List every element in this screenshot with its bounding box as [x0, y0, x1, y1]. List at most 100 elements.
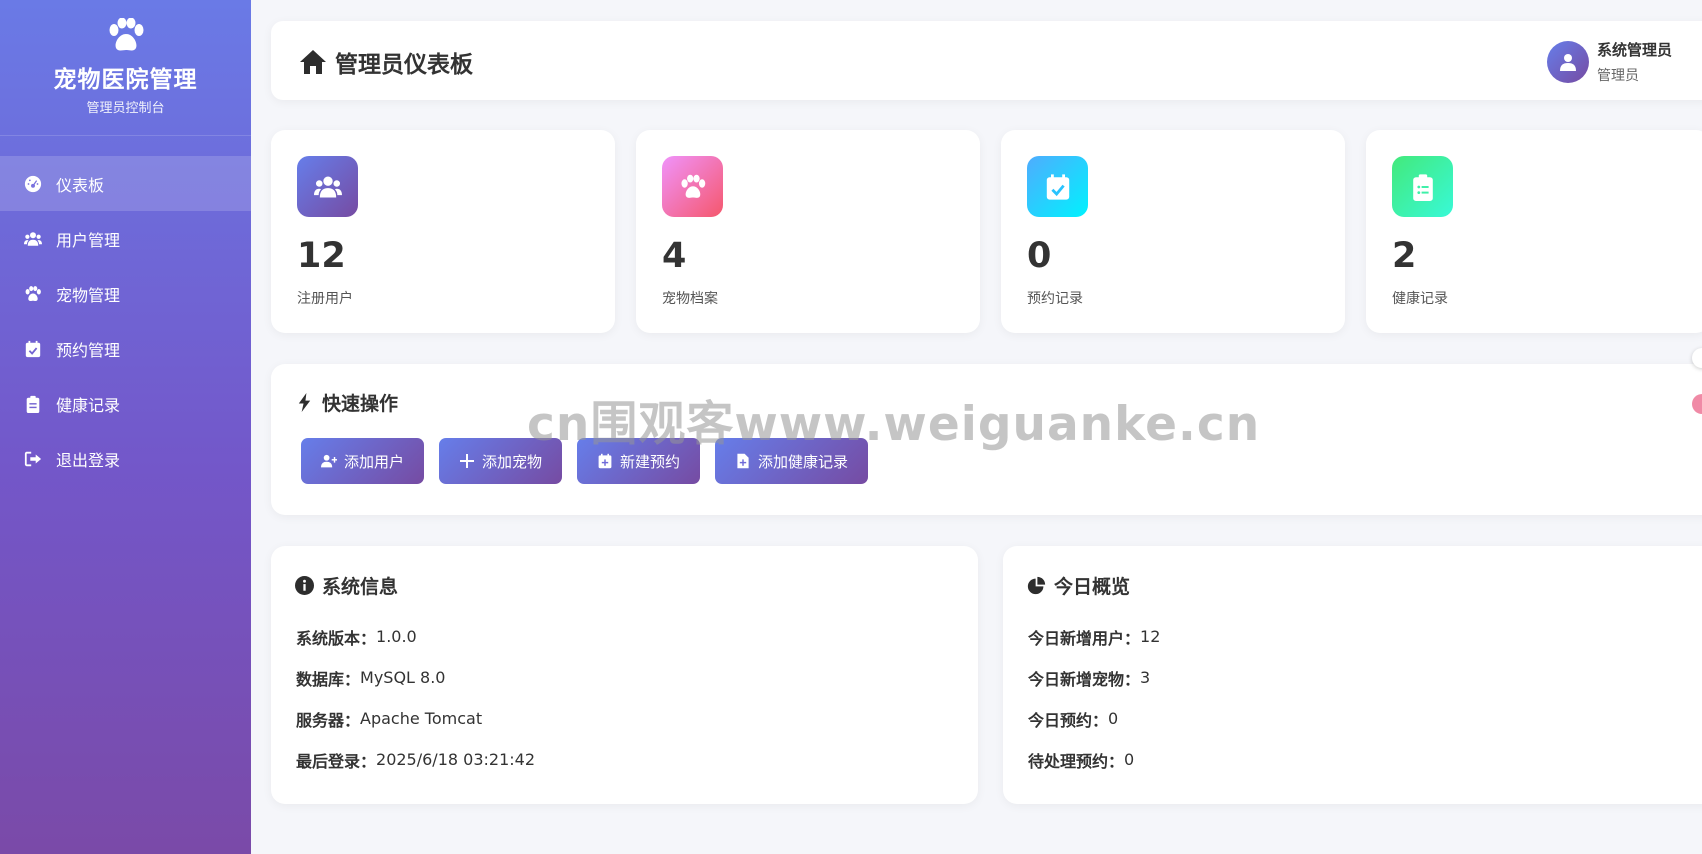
add-pet-button-label: 添加宠物 [482, 452, 543, 471]
info-value: 1.0.0 [376, 627, 417, 646]
sidebar-item-label: 仪表板 [56, 175, 105, 195]
calendar-check-icon [25, 340, 41, 357]
info-key: 数据库： [296, 669, 361, 689]
info-value: 2025/6/18 03:21:42 [376, 750, 535, 769]
info-key: 今日预约： [1028, 710, 1109, 730]
new-appointment-button-label: 新建预约 [620, 452, 681, 471]
info-value: Apache Tomcat [360, 709, 483, 728]
page-title: 管理员仪表板 [299, 45, 473, 79]
user-plus-icon [321, 454, 337, 468]
stat-value: 12 [297, 236, 346, 276]
stat-label: 宠物档案 [662, 291, 718, 307]
add-pet-button[interactable]: 添加宠物 [439, 438, 563, 484]
system-info-list: 系统版本： 1.0.0 数据库： MySQL 8.0 服务器： Apache Tomc… [296, 616, 535, 780]
quick-actions-buttons: 添加用户 添加宠物 新建预约 添加健康记录 [301, 438, 883, 484]
stat-card-users: 12 注册用户 [271, 130, 615, 333]
overview-row-pending: 待处理预约： 0 [1028, 739, 1160, 780]
add-user-button-label: 添加用户 [344, 452, 405, 471]
top-header: 管理员仪表板 系统管理员 管理员 [271, 21, 1702, 100]
stat-card-pets: 4 宠物档案 [636, 130, 980, 333]
add-health-record-button-label: 添加健康记录 [758, 452, 849, 471]
user-profile[interactable]: 系统管理员 管理员 [1547, 39, 1672, 85]
sidebar-item-label: 宠物管理 [56, 285, 121, 305]
sidebar-item-label: 预约管理 [56, 340, 121, 360]
info-row-version: 系统版本： 1.0.0 [296, 616, 535, 657]
quick-actions-title: 快速操作 [295, 389, 398, 416]
stat-icon-box [662, 156, 723, 217]
paw-logo-icon [109, 18, 143, 51]
system-info-title: 系统信息 [295, 572, 398, 599]
info-circle-icon [295, 576, 314, 595]
overview-row-new-users: 今日新增用户： 12 [1028, 616, 1160, 657]
brand-subtitle: 管理员控制台 [86, 101, 165, 116]
info-value: 3 [1140, 668, 1151, 687]
calendar-plus-icon [598, 453, 612, 469]
info-row-database: 数据库： MySQL 8.0 [296, 657, 535, 698]
sidebar-item-label: 用户管理 [56, 230, 121, 250]
stat-value: 4 [662, 236, 687, 276]
add-health-record-button[interactable]: 添加健康记录 [715, 438, 869, 484]
page-title-text: 管理员仪表板 [335, 52, 473, 78]
paw-icon [25, 285, 41, 301]
overview-row-appointments: 今日预约： 0 [1028, 698, 1160, 739]
sidebar-item-appointments[interactable]: 预约管理 [0, 321, 251, 376]
stat-icon-box [1027, 156, 1088, 217]
quick-actions-card: 快速操作 添加用户 添加宠物 新建预约 添加健康记录 [271, 364, 1702, 515]
info-key: 待处理预约： [1028, 751, 1125, 771]
home-icon [300, 50, 326, 74]
info-key: 今日新增用户： [1028, 628, 1141, 648]
sidebar: 宠物医院管理 管理员控制台 仪表板 用户管理 宠物管理 预约管理 健康记录 退出… [0, 0, 251, 854]
dashboard-icon [24, 175, 42, 192]
today-overview-card: 今日概览 今日新增用户： 12 今日新增宠物： 3 今日预约： 0 待处理预约： 0 [1003, 546, 1702, 804]
today-overview-title-text: 今日概览 [1054, 576, 1131, 598]
system-info-card: 系统信息 系统版本： 1.0.0 数据库： MySQL 8.0 服务器： Apache… [271, 546, 978, 804]
info-key: 服务器： [296, 710, 361, 730]
today-overview-list: 今日新增用户： 12 今日新增宠物： 3 今日预约： 0 待处理预约： 0 [1028, 616, 1160, 780]
stat-value: 2 [1392, 236, 1417, 276]
sidebar-item-label: 健康记录 [56, 395, 121, 415]
info-value: 12 [1140, 627, 1161, 646]
stat-label: 注册用户 [297, 291, 353, 307]
users-icon [24, 231, 42, 246]
sidebar-item-logout[interactable]: 退出登录 [0, 431, 251, 486]
file-medical-icon [737, 453, 749, 469]
clipboard-list-icon [1412, 173, 1433, 201]
add-user-button[interactable]: 添加用户 [301, 438, 425, 484]
stat-card-appointments: 0 预约记录 [1001, 130, 1345, 333]
stat-value: 0 [1027, 236, 1052, 276]
logout-icon [24, 451, 42, 466]
info-key: 今日新增宠物： [1028, 669, 1141, 689]
sidebar-item-dashboard[interactable]: 仪表板 [0, 156, 251, 211]
sidebar-item-health-records[interactable]: 健康记录 [0, 376, 251, 431]
users-icon [313, 176, 342, 197]
calendar-check-icon [1046, 173, 1069, 200]
stat-card-health-records: 2 健康记录 [1366, 130, 1702, 333]
user-icon [1560, 54, 1576, 71]
pie-chart-icon [1027, 576, 1046, 595]
quick-actions-title-text: 快速操作 [322, 393, 399, 415]
info-value: 0 [1124, 750, 1135, 769]
stat-label: 预约记录 [1027, 291, 1083, 307]
bolt-icon [298, 393, 311, 412]
sidebar-item-users[interactable]: 用户管理 [0, 211, 251, 266]
sidebar-nav: 仪表板 用户管理 宠物管理 预约管理 健康记录 退出登录 [0, 156, 251, 486]
today-overview-title: 今日概览 [1027, 572, 1130, 599]
user-name: 系统管理员 [1597, 41, 1673, 59]
info-value: 0 [1108, 709, 1119, 728]
info-value: MySQL 8.0 [360, 668, 446, 687]
paw-icon [680, 174, 705, 198]
avatar [1547, 41, 1589, 83]
clipboard-icon [26, 395, 40, 413]
sidebar-item-label: 退出登录 [56, 450, 121, 470]
info-key: 系统版本： [296, 628, 377, 648]
new-appointment-button[interactable]: 新建预约 [577, 438, 701, 484]
stat-icon-box [1392, 156, 1453, 217]
plus-icon [460, 454, 475, 468]
sidebar-item-pets[interactable]: 宠物管理 [0, 266, 251, 321]
info-row-last-login: 最后登录： 2025/6/18 03:21:42 [296, 739, 535, 780]
brand-title: 宠物医院管理 [53, 67, 198, 93]
brand: 宠物医院管理 管理员控制台 [0, 0, 251, 136]
system-info-title-text: 系统信息 [322, 576, 399, 598]
overview-row-new-pets: 今日新增宠物： 3 [1028, 657, 1160, 698]
info-key: 最后登录： [296, 751, 377, 771]
